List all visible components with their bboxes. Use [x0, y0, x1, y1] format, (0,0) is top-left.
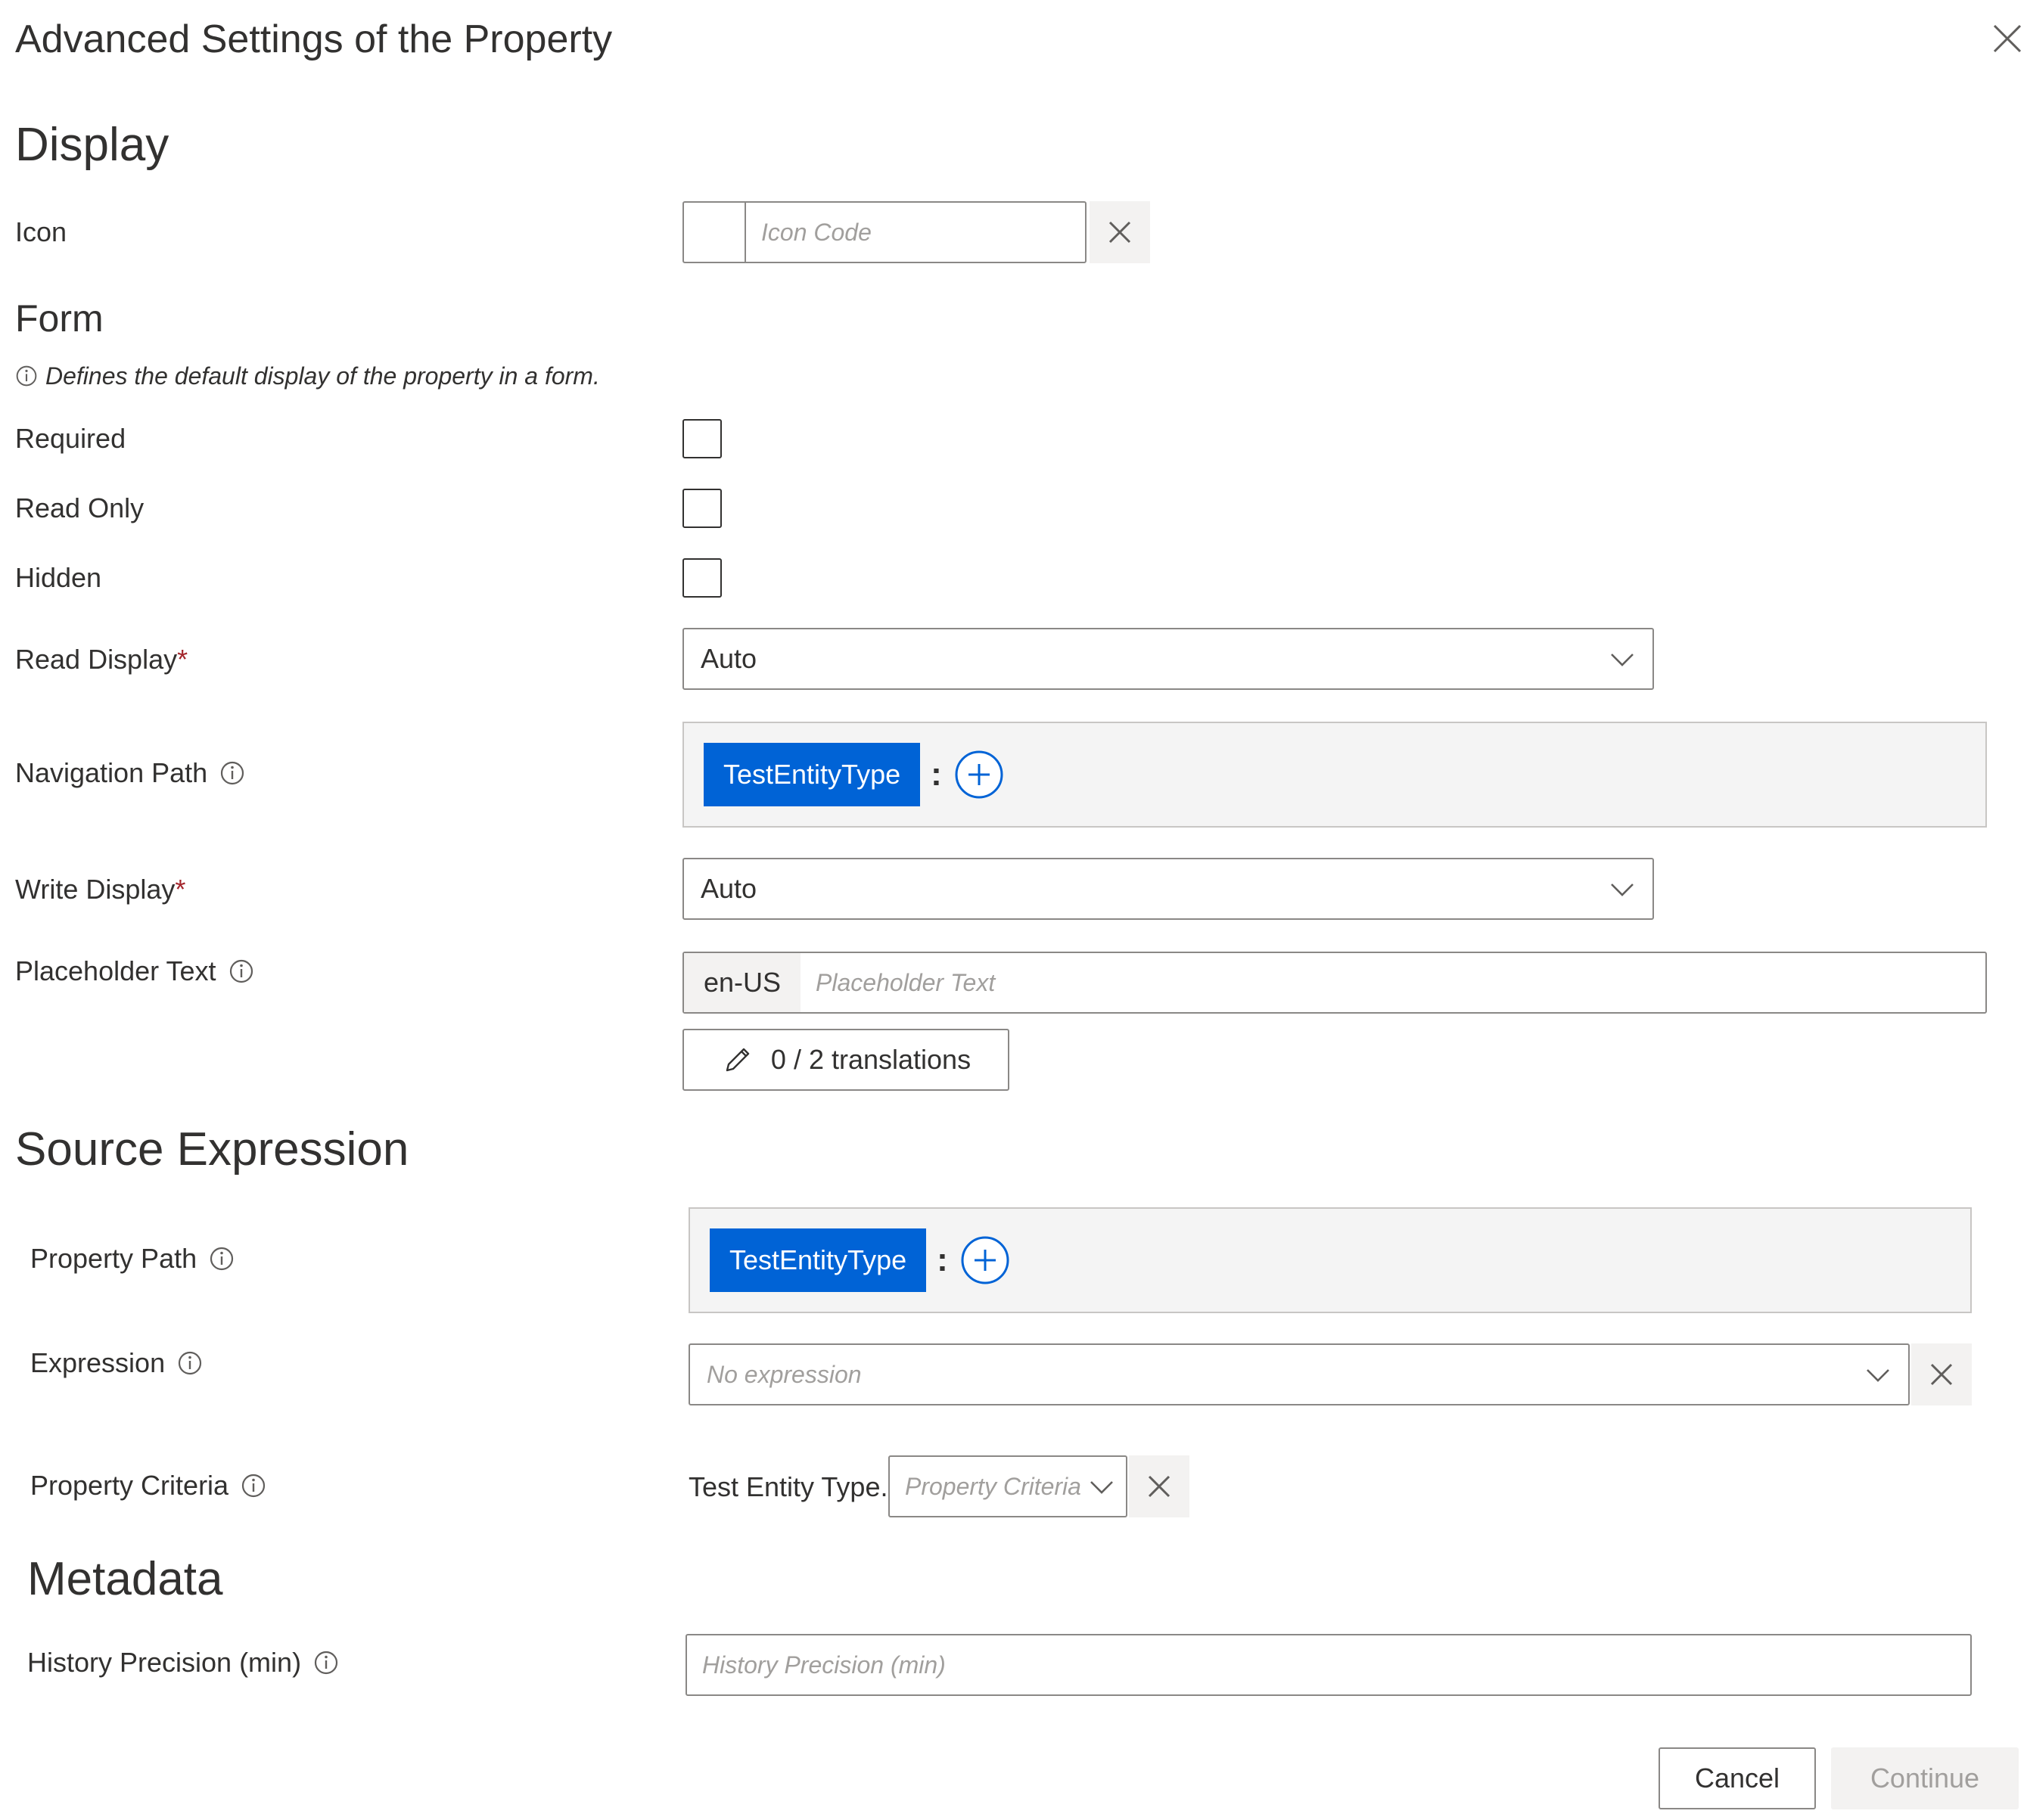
path-separator: : — [931, 756, 942, 793]
dialog-title: Advanced Settings of the Property — [15, 17, 613, 61]
property-path-chip[interactable]: TestEntityType — [710, 1228, 927, 1292]
property-criteria-placeholder: Property Criteria — [905, 1472, 1081, 1500]
translations-label: 0 / 2 translations — [770, 1044, 972, 1075]
required-checkbox[interactable] — [682, 419, 722, 458]
info-icon[interactable] — [229, 958, 254, 984]
close-icon[interactable] — [1990, 21, 2025, 56]
icon-field[interactable]: Icon Code — [682, 201, 1087, 263]
read-display-label: Read Display* — [15, 643, 188, 676]
cancel-button[interactable]: Cancel — [1659, 1747, 1816, 1809]
expression-label: Expression — [30, 1346, 203, 1380]
close-icon — [1930, 1363, 1953, 1386]
section-heading-metadata: Metadata — [27, 1553, 223, 1605]
chevron-down-icon — [1867, 1369, 1889, 1382]
icon-label: Icon — [15, 216, 67, 247]
section-heading-source-expression: Source Expression — [15, 1123, 409, 1176]
history-precision-label-text: History Precision (min) — [27, 1647, 302, 1678]
form-note: Defines the default display of the prope… — [15, 361, 600, 391]
property-criteria-prefix: Test Entity Type. — [689, 1471, 888, 1502]
write-display-value: Auto — [701, 873, 757, 904]
navigation-path-label-text: Navigation Path — [15, 757, 208, 788]
icon-preview — [684, 203, 746, 262]
close-icon — [1148, 1475, 1170, 1498]
write-display-label: Write Display* — [15, 873, 185, 906]
read-display-label-text: Read Display — [15, 644, 178, 675]
write-display-label-text: Write Display — [15, 874, 176, 905]
info-icon[interactable] — [177, 1350, 203, 1376]
chevron-down-icon — [1611, 884, 1634, 896]
placeholder-text-field[interactable]: en-US Placeholder Text — [682, 952, 1987, 1014]
navigation-path-label: Navigation Path — [15, 756, 245, 790]
required-marker: * — [175, 874, 186, 905]
info-icon[interactable] — [241, 1473, 266, 1499]
pencil-icon — [726, 1048, 750, 1072]
write-display-dropdown[interactable]: Auto — [682, 858, 1654, 920]
expression-label-text: Expression — [30, 1347, 166, 1378]
info-icon[interactable] — [313, 1650, 339, 1676]
section-heading-form: Form — [15, 297, 104, 340]
clear-property-criteria-button[interactable] — [1129, 1455, 1189, 1517]
property-path-label-text: Property Path — [30, 1243, 197, 1274]
placeholder-text-input[interactable]: Placeholder Text — [816, 969, 995, 997]
property-criteria-label: Property Criteria — [30, 1469, 266, 1502]
placeholder-text-label: Placeholder Text — [15, 955, 254, 988]
info-icon — [16, 365, 37, 387]
property-criteria-dropdown[interactable]: Property Criteria — [888, 1455, 1127, 1517]
property-criteria-label-text: Property Criteria — [30, 1470, 229, 1501]
history-precision-input[interactable]: History Precision (min) — [686, 1634, 1972, 1696]
add-icon[interactable] — [954, 750, 1004, 800]
info-icon[interactable] — [219, 760, 245, 786]
history-precision-placeholder: History Precision (min) — [702, 1651, 946, 1679]
placeholder-text-label-text: Placeholder Text — [15, 955, 216, 986]
navigation-path-box: TestEntityType : — [682, 722, 1987, 828]
navigation-path-chip[interactable]: TestEntityType — [704, 743, 921, 806]
locale-code: en-US — [704, 967, 782, 998]
read-display-dropdown[interactable]: Auto — [682, 628, 1654, 690]
readonly-label: Read Only — [15, 492, 145, 523]
section-heading-display: Display — [15, 119, 169, 171]
required-label: Required — [15, 423, 126, 454]
property-path-label: Property Path — [30, 1242, 235, 1275]
chevron-down-icon — [1090, 1481, 1113, 1494]
property-path-box: TestEntityType : — [689, 1207, 1972, 1313]
history-precision-label: History Precision (min) — [27, 1646, 339, 1679]
required-marker: * — [177, 644, 188, 675]
hidden-checkbox[interactable] — [682, 558, 722, 598]
locale-prefix: en-US — [684, 953, 801, 1012]
expression-placeholder: No expression — [707, 1360, 862, 1388]
add-icon[interactable] — [960, 1235, 1010, 1285]
continue-button[interactable]: Continue — [1831, 1747, 2019, 1809]
close-icon — [1108, 221, 1131, 244]
translations-button[interactable]: 0 / 2 translations — [682, 1029, 1009, 1091]
clear-icon-button[interactable] — [1090, 201, 1150, 263]
hidden-label: Hidden — [15, 562, 102, 593]
read-display-value: Auto — [701, 643, 757, 674]
icon-code-input[interactable]: Icon Code — [761, 219, 872, 247]
readonly-checkbox[interactable] — [682, 489, 722, 528]
form-note-text: Defines the default display of the prope… — [45, 362, 600, 390]
chevron-down-icon — [1611, 654, 1634, 666]
clear-expression-button[interactable] — [1911, 1343, 1972, 1405]
info-icon[interactable] — [209, 1246, 235, 1272]
expression-dropdown[interactable]: No expression — [689, 1343, 1910, 1405]
path-separator: : — [937, 1241, 948, 1278]
